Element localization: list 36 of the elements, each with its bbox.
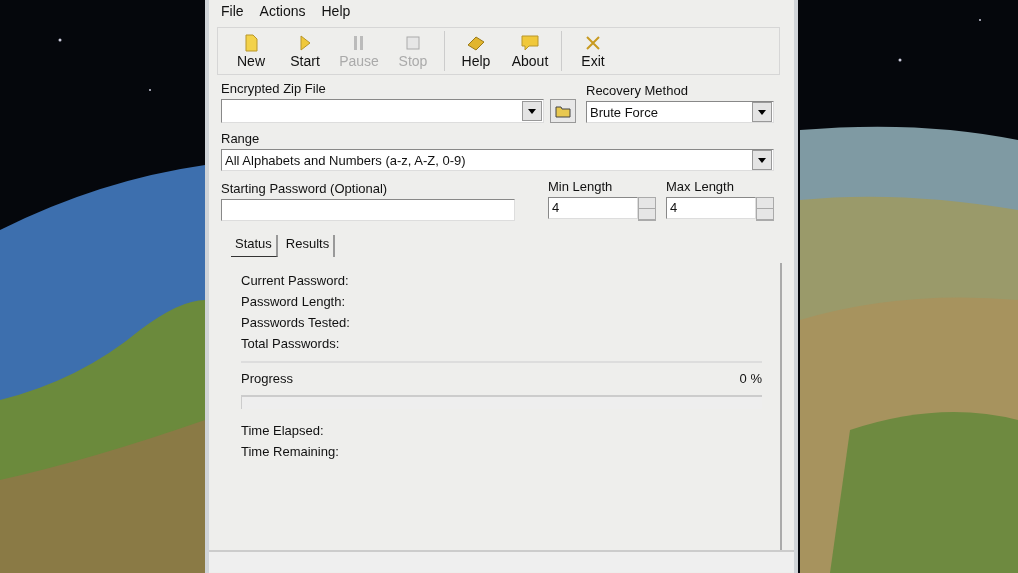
menu-item[interactable]: File <box>215 1 250 23</box>
toolbar-button[interactable]: Exit <box>566 33 620 69</box>
tab[interactable]: Results <box>281 235 336 257</box>
stop-icon <box>403 33 423 53</box>
toolbar-button[interactable]: About <box>503 33 557 69</box>
toolbar-button[interactable]: New <box>224 33 278 69</box>
field-label: Encrypted Zip File <box>221 81 327 96</box>
speech-bubble-icon <box>520 33 540 53</box>
menu-item[interactable]: Actions <box>253 1 312 23</box>
starting-password-field[interactable] <box>221 199 515 221</box>
field-label: Range <box>221 131 261 146</box>
length-field[interactable]: 4 <box>548 197 638 219</box>
status-label: Time Remaining: <box>241 444 340 461</box>
zip-file-combo[interactable] <box>221 99 544 123</box>
range-combo[interactable]: All Alphabets and Numbers (a-z, A-Z, 0-9) <box>221 149 774 171</box>
spin-buttons[interactable] <box>638 197 656 221</box>
status-label: Password Length: <box>241 294 347 311</box>
length-field[interactable]: 4 <box>666 197 756 219</box>
progress-label: Progress <box>241 371 294 388</box>
browse-button[interactable] <box>550 99 576 123</box>
field-label: Starting Password (Optional) <box>221 181 389 196</box>
tab[interactable]: Status <box>231 235 278 257</box>
status-label: Total Passwords: <box>241 336 341 353</box>
field-label: Recovery Method <box>586 83 689 98</box>
status-label: Passwords Tested: <box>241 315 351 332</box>
toolbar-button[interactable]: Start <box>278 33 332 69</box>
recovery-method-combo[interactable]: Brute Force <box>586 101 774 123</box>
toolbar-button[interactable]: Help <box>449 33 503 69</box>
status-label: Time Elapsed: <box>241 423 325 440</box>
status-label: Current Password: <box>241 273 350 290</box>
folder-icon <box>555 104 571 118</box>
field-label: Max Length <box>666 179 735 194</box>
menu-item[interactable]: Help <box>315 1 357 23</box>
spin-buttons[interactable] <box>756 197 774 221</box>
progress-reading: 0 % <box>739 371 762 388</box>
field-label: Min Length <box>548 179 614 194</box>
